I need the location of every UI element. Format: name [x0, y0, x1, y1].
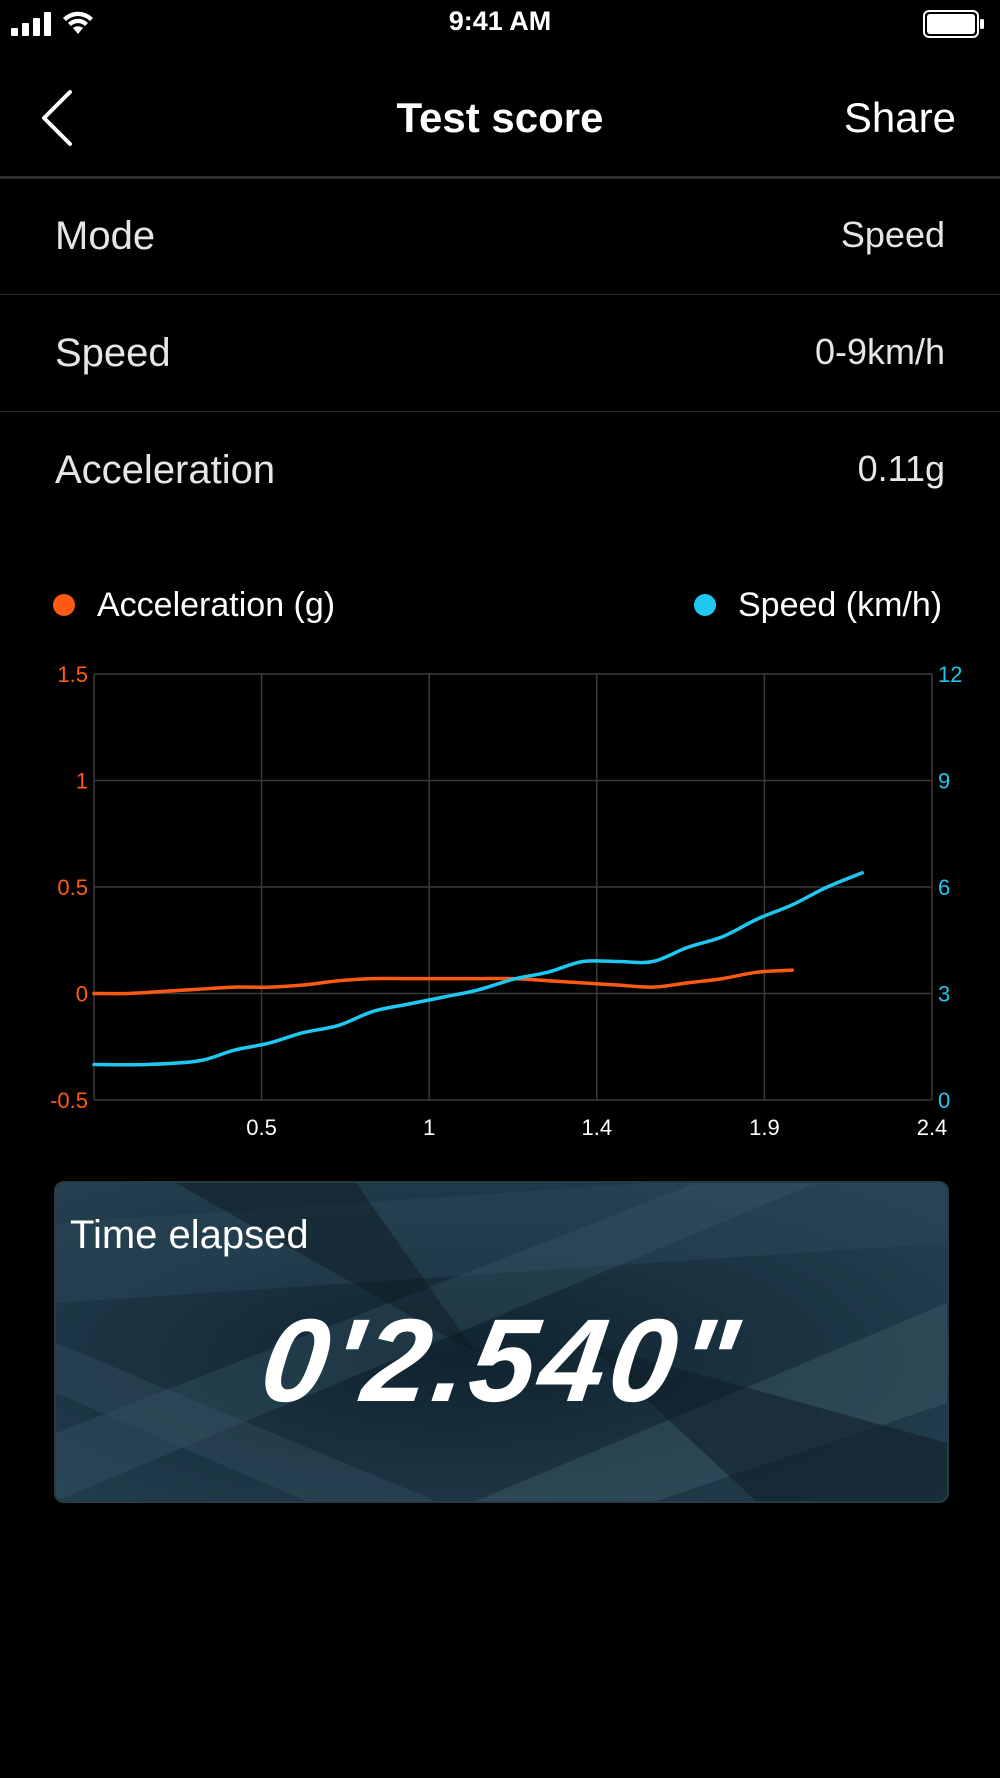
left-y-tick-label: -0.5 — [50, 1088, 88, 1113]
speed-label: Speed — [55, 331, 171, 375]
left-y-tick-label: 0 — [76, 982, 88, 1007]
nav-bar: Test score Share — [0, 58, 1000, 179]
x-tick-label: 0.5 — [246, 1115, 277, 1140]
right-y-tick-label: 0 — [938, 1088, 950, 1113]
x-tick-label: 1.4 — [582, 1115, 613, 1140]
left-y-tick-label: 1.5 — [57, 662, 88, 687]
chart-legend: Acceleration (g) Speed (km/h) — [0, 580, 1000, 630]
time-elapsed-card: Time elapsed 0'2.540" — [54, 1181, 949, 1503]
time-elapsed-label: Time elapsed — [70, 1213, 309, 1257]
left-y-tick-label: 1 — [76, 769, 88, 794]
mode-label: Mode — [55, 214, 156, 258]
acceleration-legend-label: Acceleration (g) — [97, 586, 336, 624]
acceleration-speed-chart: 1.5 1 0.5 0 -0.5 12 9 6 3 0 0.5 1 1.4 1.9 2.4 — [50, 662, 962, 1140]
speed-legend-label: Speed (km/h) — [738, 586, 943, 624]
right-y-tick-label: 3 — [938, 982, 950, 1007]
status-time: 9:41 AM — [448, 6, 552, 36]
acceleration-value: 0.11g — [857, 448, 945, 489]
speed-series-line — [92, 871, 864, 1067]
acceleration-series-line — [92, 968, 795, 996]
right-y-tick-label: 6 — [938, 875, 950, 900]
x-tick-label: 1.9 — [749, 1115, 780, 1140]
acceleration-row: Acceleration 0.11g — [0, 412, 1000, 528]
share-button[interactable]: Share — [844, 94, 956, 142]
right-y-tick-label: 12 — [938, 662, 962, 687]
x-tick-label: 2.4 — [917, 1115, 948, 1140]
x-tick-label: 1 — [423, 1115, 435, 1140]
left-y-tick-label: 0.5 — [57, 875, 88, 900]
right-y-tick-label: 9 — [938, 769, 950, 794]
mode-value: Speed — [840, 214, 945, 255]
status-bar: 9:41 AM — [0, 0, 1000, 48]
battery-icon — [923, 10, 984, 38]
time-elapsed-value: 0'2.540" — [253, 1295, 750, 1427]
speed-legend-dot — [694, 594, 716, 616]
speed-value: 0-9km/h — [814, 331, 945, 372]
mode-row: Mode Speed — [0, 178, 1000, 295]
speed-row: Speed 0-9km/h — [0, 295, 1000, 412]
acceleration-legend-dot — [53, 594, 75, 616]
acceleration-label: Acceleration — [55, 448, 276, 492]
